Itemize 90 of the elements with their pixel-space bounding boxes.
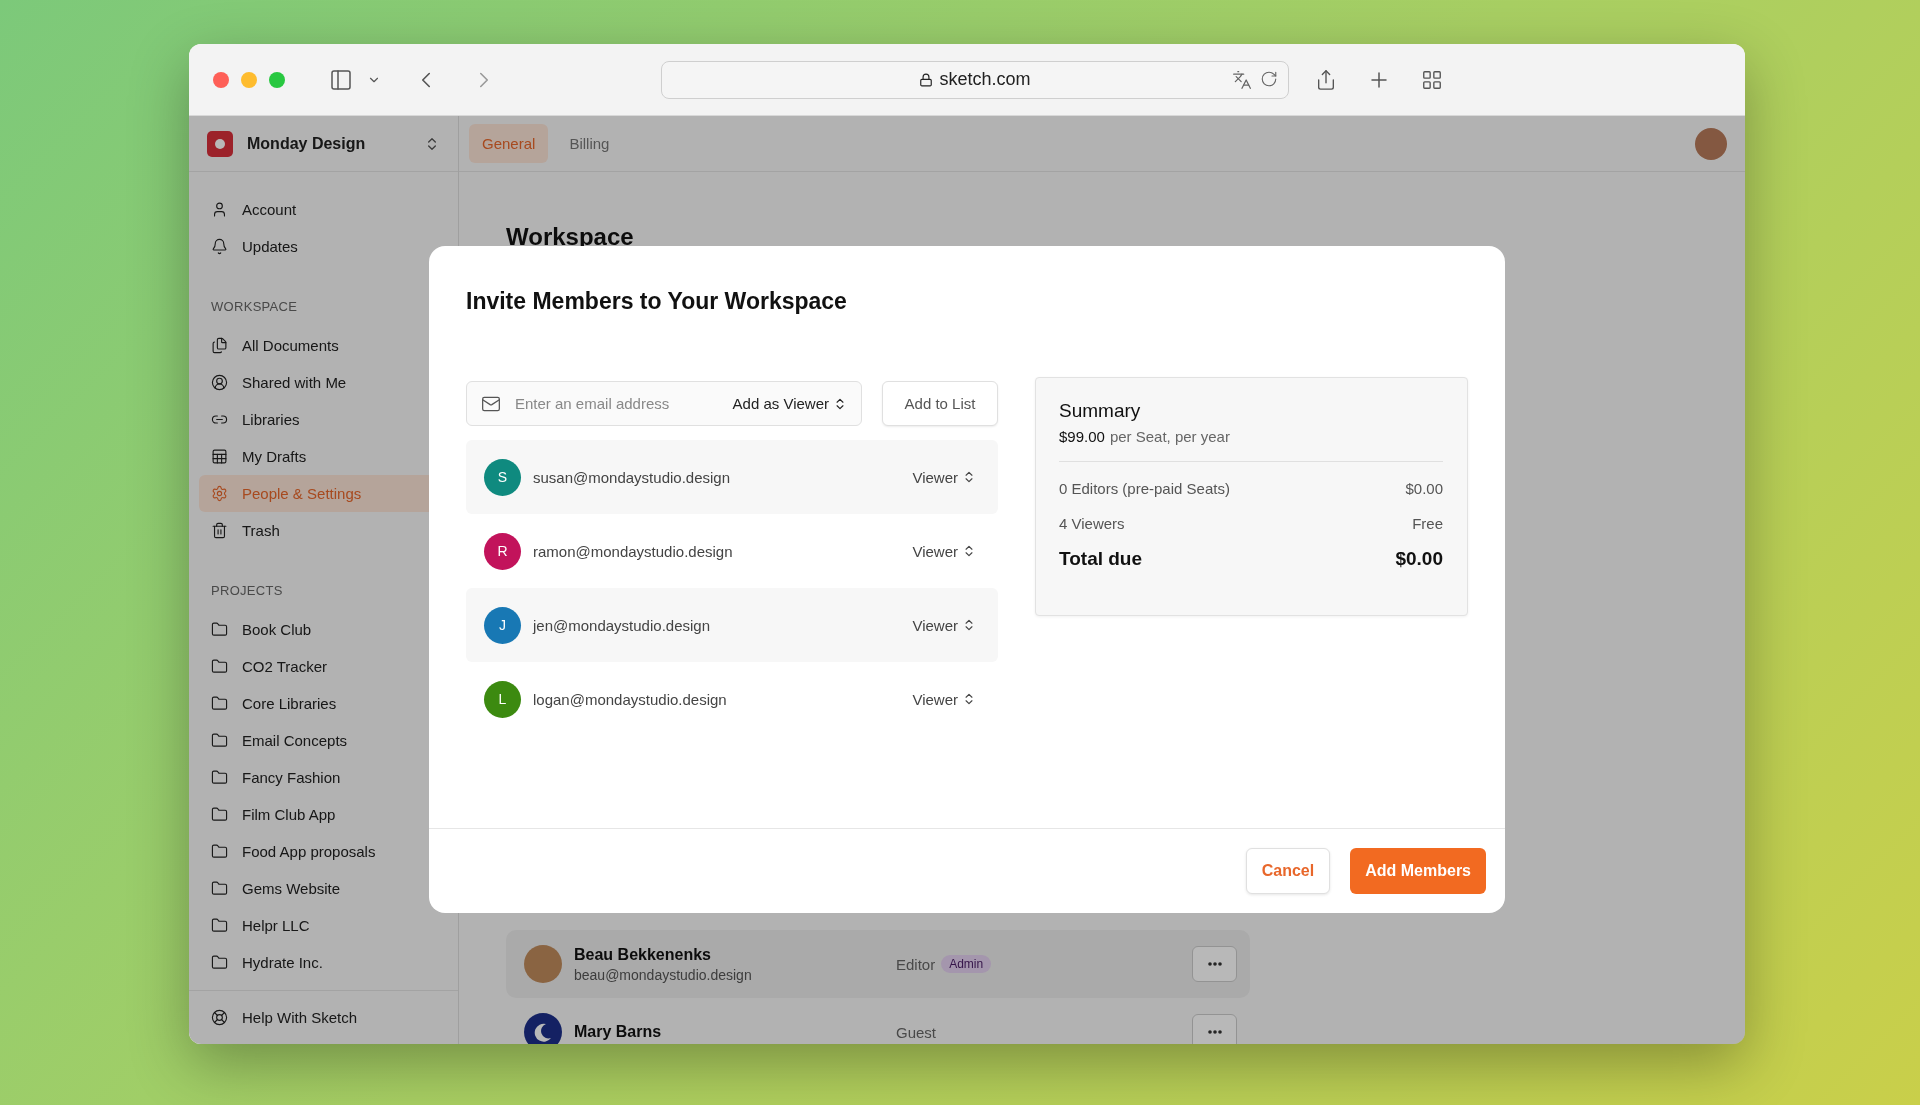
sidebar-item[interactable]: Email Concepts: [199, 722, 448, 759]
invitee-email: ramon@mondaystudio.design: [533, 542, 734, 560]
sidebar-item[interactable]: Help With Sketch: [199, 999, 448, 1036]
sidebar-item[interactable]: Account: [199, 191, 448, 228]
initial-avatar: S: [484, 458, 521, 496]
more-button[interactable]: [1192, 946, 1237, 982]
role-tag: Admin: [941, 955, 992, 973]
lock-icon: [919, 72, 934, 87]
sidebar-item[interactable]: Film Club App: [199, 796, 448, 833]
initial-avatar: L: [484, 680, 521, 718]
summary-label: 0 Editors (pre-paid Seats): [1059, 480, 1230, 497]
invitee-email: logan@mondaystudio.design: [533, 690, 728, 708]
sidebar-item[interactable]: Food App proposals: [199, 833, 448, 870]
summary-title: Summary: [1059, 400, 1142, 422]
summary-value: $0.00: [1405, 480, 1443, 497]
role-select[interactable]: Viewer: [912, 542, 976, 560]
member-role: Editor: [896, 955, 936, 973]
folder-icon: [211, 621, 228, 638]
dialog-title: Invite Members to Your Workspace: [465, 287, 848, 315]
address-bar[interactable]: sketch.com: [661, 60, 1289, 99]
workspace-switcher[interactable]: Monday Design: [189, 116, 458, 172]
summary-value: Free: [1412, 515, 1443, 532]
sidebar-item[interactable]: Book Club: [199, 611, 448, 648]
user-avatar[interactable]: [1695, 127, 1727, 160]
folder-icon: [211, 917, 228, 934]
translate-icon[interactable]: [1232, 69, 1252, 90]
role-select[interactable]: Viewer: [912, 690, 976, 708]
share-icon[interactable]: [1315, 68, 1337, 91]
documents-icon: [211, 337, 228, 354]
workspace-name: Monday Design: [247, 134, 367, 153]
sidebar-item[interactable]: Libraries: [199, 401, 448, 438]
member-name: Beau Bekkenenks: [574, 945, 712, 964]
initial-avatar: J: [484, 606, 521, 644]
ellipsis-icon: [1207, 962, 1222, 966]
tabs-grid-icon[interactable]: [1421, 68, 1443, 91]
maximize-icon[interactable]: [269, 71, 285, 88]
sidebar-item[interactable]: All Documents: [199, 327, 448, 364]
folder-icon: [211, 880, 228, 897]
price-note: per Seat, per year: [1109, 428, 1230, 445]
summary-label: 4 Viewers: [1059, 515, 1125, 532]
page-heading: Workspace: [506, 223, 635, 251]
sidebar-item[interactable]: Fancy Fashion: [199, 759, 448, 796]
total-value: $0.00: [1395, 548, 1443, 570]
person-icon: [211, 201, 228, 218]
member-email: beau@mondaystudio.design: [574, 966, 753, 983]
initial-avatar: R: [484, 532, 521, 570]
folder-icon: [211, 732, 228, 749]
sidebar-toggle-icon[interactable]: [329, 67, 353, 92]
more-button[interactable]: [1192, 1014, 1237, 1044]
settings-icon: [211, 485, 228, 502]
folder-icon: [211, 843, 228, 860]
member-name: Mary Barns: [574, 1023, 663, 1041]
sidebar-item[interactable]: My Drafts: [199, 438, 448, 475]
tab[interactable]: Billing: [556, 124, 623, 163]
folder-icon: [211, 695, 228, 712]
reload-icon[interactable]: [1260, 69, 1278, 88]
member-role: Guest: [896, 1023, 937, 1041]
total-label: Total due: [1059, 548, 1143, 570]
role-select[interactable]: Add as Viewer: [732, 395, 847, 412]
folder-icon: [211, 954, 228, 971]
folder-icon: [211, 806, 228, 823]
member-avatar: [524, 945, 562, 983]
sidebar-item[interactable]: Gems Website: [199, 870, 448, 907]
trash-icon: [211, 522, 228, 539]
lifebuoy-icon: [211, 1009, 228, 1026]
folder-icon: [211, 658, 228, 675]
invitee-email: jen@mondaystudio.design: [533, 616, 711, 634]
seat-price: $99.00: [1059, 428, 1105, 445]
sidebar-item[interactable]: Trash: [199, 512, 448, 549]
section-heading: WORKSPACE: [211, 298, 298, 314]
url-text: sketch.com: [939, 69, 1031, 90]
sidebar-item[interactable]: Core Libraries: [199, 685, 448, 722]
close-icon[interactable]: [213, 71, 229, 88]
add-to-list-button[interactable]: Add to List: [882, 381, 998, 426]
sidebar-item[interactable]: CO2 Tracker: [199, 648, 448, 685]
person-circle-icon: [211, 374, 228, 391]
role-select[interactable]: Viewer: [912, 616, 976, 634]
ellipsis-icon: [1207, 1030, 1222, 1034]
invitee-email: susan@mondaystudio.design: [533, 468, 731, 486]
role-select[interactable]: Viewer: [912, 468, 976, 486]
sidebar-item[interactable]: Helpr LLC: [199, 907, 448, 944]
folder-icon: [211, 769, 228, 786]
section-heading: PROJECTS: [211, 582, 283, 598]
bell-icon: [211, 238, 228, 255]
workspace-logo: [207, 130, 233, 157]
sidebar-item[interactable]: Updates: [199, 228, 448, 265]
table-icon: [211, 448, 228, 465]
email-input-field[interactable]: Enter an email address Add as Viewer: [466, 381, 862, 426]
sidebar-item[interactable]: Hydrate Inc.: [199, 944, 448, 981]
sidebar-item[interactable]: Shared with Me: [199, 364, 448, 401]
